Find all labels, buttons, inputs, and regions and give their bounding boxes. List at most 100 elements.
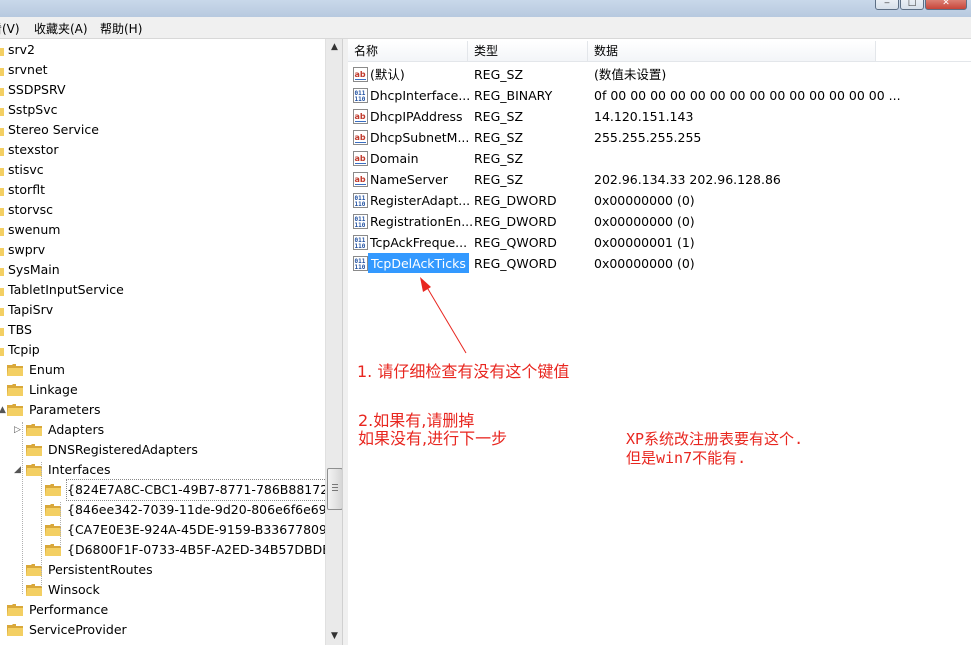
tree-item-label[interactable]: SSDPSRV [8,80,66,100]
svg-text:ab: ab [355,133,366,142]
value-type: REG_DWORD [474,214,557,229]
tree-item-label[interactable]: Performance [29,600,108,620]
tree-item-label[interactable]: swprv [8,240,45,260]
value-name[interactable]: DhcpIPAddress [370,106,463,127]
string-value-icon: ab [353,67,368,82]
value-type: REG_QWORD [474,256,557,271]
value-row[interactable]: ab Domain REG_SZ [348,148,971,169]
tree-item-label[interactable]: Enum [29,360,65,380]
tree-item-label[interactable]: Adapters [48,420,104,440]
maximize-button[interactable]: □ [900,0,924,10]
svg-text:110: 110 [355,243,366,250]
annotation-note-line1: XP系统改注册表要有这个. [626,430,804,448]
tree-item-label[interactable]: {CA7E0E3E-924A-45DE-9159-B336778091B8} [67,520,342,540]
tree-item-label[interactable]: SysMain [8,260,60,280]
tree-item-label[interactable]: PersistentRoutes [48,560,153,580]
tree-scrollbar[interactable]: ▲ ▼ [325,39,343,645]
registry-key-tree[interactable]: srv2 srvnet SSDPSRV SstpSvc Stereo Service st… [0,39,342,645]
scroll-thumb[interactable] [327,468,343,510]
value-name[interactable]: (默认) [370,64,405,85]
folder-icon [0,148,4,156]
value-row[interactable]: ab DhcpIPAddress REG_SZ 14.120.151.143 [348,106,971,127]
folder-icon [0,248,4,256]
folder-icon [26,564,42,576]
column-type-header[interactable]: 类型 [468,41,588,61]
value-name[interactable]: RegistrationEn... [370,211,473,232]
svg-text:ab: ab [355,154,366,163]
string-value-icon: ab [353,130,368,145]
folder-icon [0,288,4,296]
tree-item-label[interactable]: Stereo Service [8,120,99,140]
folder-icon [7,364,23,376]
svg-text:110: 110 [355,96,366,103]
svg-text:ab: ab [355,112,366,121]
annotation-step2-line2: 如果没有,进行下一步 [358,429,508,448]
tree-item-label[interactable]: Winsock [48,580,100,600]
value-row[interactable]: ab (默认) REG_SZ (数值未设置) [348,64,971,85]
folder-icon [26,584,42,596]
tree-item-label[interactable]: srv2 [8,40,35,60]
value-row[interactable]: 011 110 DhcpInterface... REG_BINARY 0f 00 00… [348,85,971,106]
minimize-button[interactable]: ‒ [875,0,899,10]
folder-icon [26,424,42,436]
value-name[interactable]: DhcpSubnetM... [370,127,469,148]
binary-value-icon: 011110 [353,214,368,229]
value-row[interactable]: 011 110 TcpAckFreque... REG_QWORD 0x00000001… [348,232,971,253]
window-controls: ‒ □ ✕ [875,0,967,10]
folder-icon [0,88,4,96]
tree-item-label[interactable]: storvsc [8,200,53,220]
tree-item-label[interactable]: Parameters [29,400,101,420]
value-name[interactable]: RegisterAdapt... [370,190,470,211]
value-type: REG_QWORD [474,235,557,250]
menu-favorites[interactable]: 收藏夹(A) [34,20,88,37]
value-name[interactable]: Domain [370,148,419,169]
tree-item-label[interactable]: TapiSrv [8,300,53,320]
tree-item-label[interactable]: TBS [8,320,32,340]
close-button[interactable]: ✕ [925,0,967,10]
column-data-header[interactable]: 数据 [588,41,876,61]
folder-icon [26,464,42,476]
folder-icon [45,504,61,516]
menu-help[interactable]: 帮助(H) [100,20,142,37]
annotation-note-line2: 但是win7不能有. [626,449,747,467]
column-name-header[interactable]: 名称 [348,41,468,61]
value-name[interactable]: NameServer [370,169,448,190]
tree-item-label[interactable]: {846ee342-7039-11de-9d20-806e6f6e6963} [67,500,342,520]
tree-item-label[interactable]: TabletInputService [8,280,124,300]
tree-item-label[interactable]: {D6800F1F-0733-4B5F-A2ED-34B57DBDBDF1 [67,540,342,560]
value-data: 255.255.255.255 [594,130,702,145]
value-row[interactable]: 011 110 RegistrationEn... REG_DWORD 0x000000… [348,211,971,232]
menu-view[interactable]: 看(V) [0,20,20,37]
folder-icon [26,444,42,456]
binary-value-icon: 011110 [353,88,368,103]
value-row[interactable]: ab DhcpSubnetM... REG_SZ 255.255.255.255 [348,127,971,148]
tree-item-label[interactable]: srvnet [8,60,48,80]
value-row[interactable]: ab NameServer REG_SZ 202.96.134.33 202.96.1… [348,169,971,190]
value-name[interactable]: TcpAckFreque... [370,232,467,253]
tree-item-label[interactable]: stisvc [8,160,44,180]
value-name[interactable]: TcpDelAckTicks [368,253,469,273]
folder-icon [0,328,4,336]
tree-item-label[interactable]: stexstor [8,140,58,160]
tree-item-label[interactable]: swenum [8,220,60,240]
tree-item-label[interactable]: DNSRegisteredAdapters [48,440,198,460]
value-name[interactable]: DhcpInterface... [370,85,470,106]
folder-icon [0,108,4,116]
scroll-down-arrow-icon[interactable]: ▼ [326,628,343,645]
svg-text:110: 110 [355,201,366,208]
value-row[interactable]: 011 110 RegisterAdapt... REG_DWORD 0x0000000… [348,190,971,211]
tree-item-label[interactable]: storflt [8,180,45,200]
tree-item-label[interactable]: Linkage [29,380,78,400]
tree-item-label[interactable]: Tcpip [8,340,40,360]
value-type: REG_SZ [474,109,524,124]
tree-item-label[interactable]: SstpSvc [8,100,58,120]
scroll-up-arrow-icon[interactable]: ▲ [326,39,343,56]
value-row-selected[interactable]: 011 110 TcpDelAckTicks REG_QWORD 0x00000000 … [348,253,971,274]
folder-icon [45,524,61,536]
folder-icon [0,128,4,136]
tree-item-label[interactable]: Interfaces [48,460,110,480]
folder-icon [45,484,61,496]
folder-icon [7,604,23,616]
tree-item-label[interactable]: ServiceProvider [29,620,127,640]
tree-item-label-selected[interactable]: {824E7A8C-CBC1-49B7-8771-786B88172240} [66,479,342,501]
